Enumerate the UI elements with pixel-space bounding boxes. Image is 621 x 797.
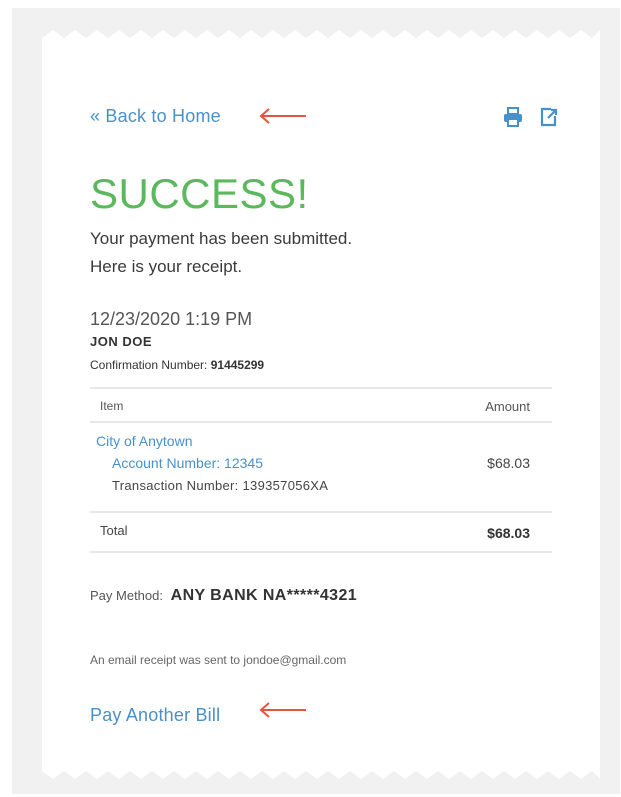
printer-icon[interactable] — [502, 106, 524, 128]
back-to-home-link[interactable]: « Back to Home — [90, 106, 221, 127]
receipt-frame: « Back to Home SUCCESS! Your payment has… — [12, 8, 620, 794]
pay-another-bill-link[interactable]: Pay Another Bill — [90, 705, 220, 726]
table-header: Item Amount — [90, 389, 552, 421]
annotation-arrow-icon — [259, 108, 306, 124]
email-receipt-note: An email receipt was sent to jondoe@gmai… — [90, 653, 347, 667]
receipt-intro: Here is your receipt. — [90, 257, 243, 276]
divider — [90, 551, 552, 553]
pay-method-label: Pay Method: — [90, 588, 163, 603]
column-header-amount: Amount — [485, 399, 530, 414]
receipt-actions — [502, 106, 560, 128]
annotation-arrow-icon — [259, 702, 306, 718]
receipt-paper: « Back to Home SUCCESS! Your payment has… — [42, 26, 600, 783]
biller-name[interactable]: City of Anytown — [96, 433, 193, 449]
pay-method: Pay Method: ANY BANK NA*****4321 — [90, 587, 357, 605]
zigzag-top-edge — [42, 26, 600, 38]
top-nav-row: « Back to Home — [90, 102, 560, 132]
receipt-table: Item Amount City of Anytown Account Numb… — [90, 387, 552, 553]
export-icon[interactable] — [538, 106, 560, 128]
customer-name: JON DOE — [90, 334, 153, 349]
confirmation-number: Confirmation Number: 91445299 — [90, 358, 264, 372]
total-amount: $68.03 — [487, 525, 530, 541]
total-label: Total — [100, 523, 128, 538]
transaction-number: Transaction Number: 139357056XA — [112, 478, 329, 493]
success-message: Your payment has been submitted. — [90, 229, 353, 248]
confirmation-value: 91445299 — [210, 358, 265, 372]
confirmation-label: Confirmation Number: — [90, 358, 208, 372]
column-header-item: Item — [100, 399, 124, 413]
zigzag-bottom-edge — [42, 771, 600, 783]
line-amount: $68.03 — [487, 455, 530, 471]
payment-datetime: 12/23/2020 1:19 PM — [90, 309, 253, 329]
account-number[interactable]: Account Number: 12345 — [112, 455, 263, 471]
table-row: City of Anytown Account Number: 12345 Tr… — [90, 423, 552, 511]
total-row: Total $68.03 — [90, 513, 552, 551]
pay-method-value: ANY BANK NA*****4321 — [170, 587, 358, 604]
success-heading: SUCCESS! — [90, 170, 309, 217]
